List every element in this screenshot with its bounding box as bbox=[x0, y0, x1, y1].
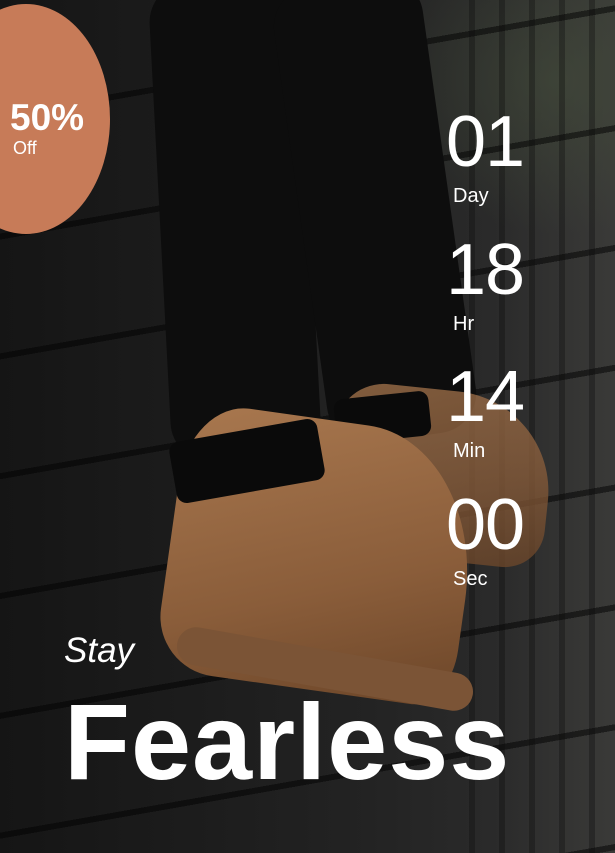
countdown-days: 01 Day bbox=[446, 100, 525, 208]
countdown-days-label: Day bbox=[453, 185, 489, 207]
countdown-days-value: 01 bbox=[446, 102, 525, 182]
discount-badge-text: 50% Off bbox=[10, 97, 85, 159]
countdown-hours-label: Hr bbox=[453, 313, 475, 335]
promo-banner: 50% Off 01 Day 18 Hr 14 Min 00 Sec Stay … bbox=[0, 0, 615, 853]
countdown-minutes-label: Min bbox=[453, 440, 486, 462]
discount-off-label: Off bbox=[13, 138, 37, 158]
countdown-hours-value: 18 bbox=[446, 230, 525, 310]
countdown-hours: 18 Hr bbox=[446, 228, 525, 336]
countdown-seconds-label: Sec bbox=[453, 568, 488, 590]
countdown-seconds: 00 Sec bbox=[446, 483, 525, 591]
countdown-minutes: 14 Min bbox=[446, 355, 525, 463]
headline-small: Stay bbox=[64, 631, 135, 670]
countdown-seconds-value: 00 bbox=[446, 485, 525, 565]
headline-large: Fearless bbox=[64, 681, 511, 802]
discount-percent: 50% bbox=[10, 97, 85, 138]
countdown-minutes-value: 14 bbox=[446, 357, 525, 437]
